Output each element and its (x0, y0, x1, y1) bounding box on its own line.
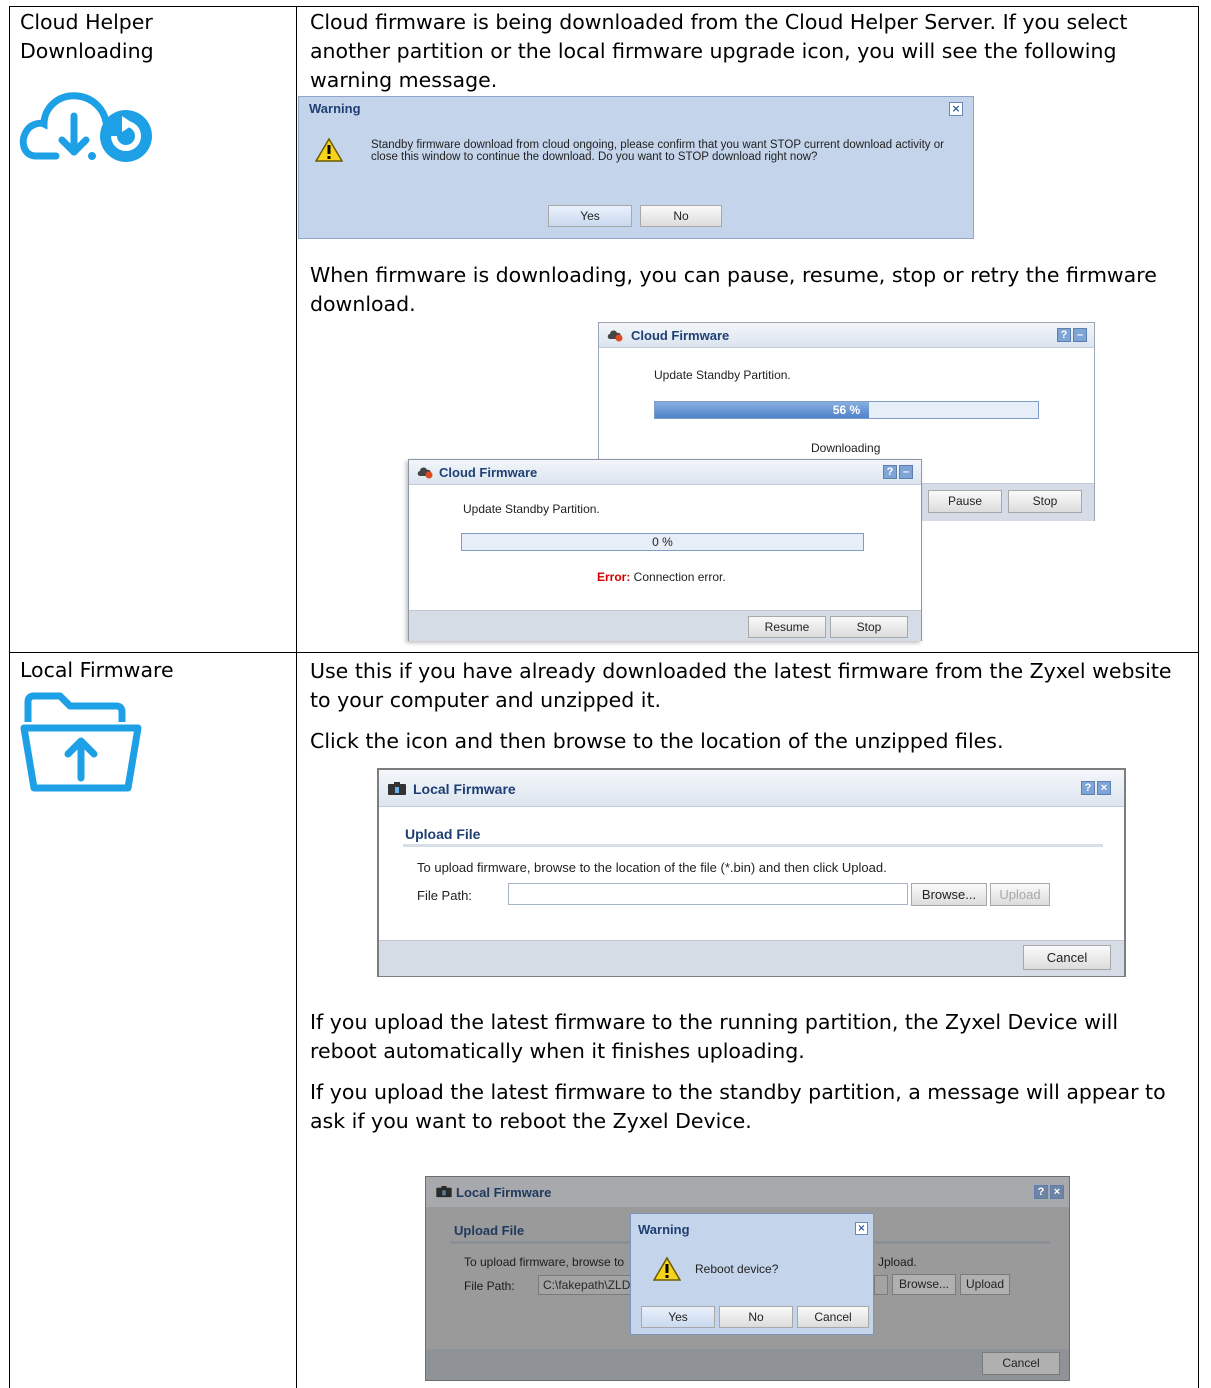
cloud-error-dialog-title: Cloud Firmware (439, 465, 538, 480)
progress-bar-track: 56 % (654, 401, 1039, 419)
dimmed-browse-button: Browse... (892, 1274, 956, 1295)
progress-bar-label: 0 % (652, 535, 673, 549)
row-label-local-firmware: Local Firmware (20, 658, 174, 682)
table-row-divider (9, 652, 1199, 653)
warning-triangle-icon (653, 1256, 681, 1281)
file-path-input[interactable] (508, 883, 908, 905)
local-dialog-title: Local Firmware (413, 781, 516, 797)
warning-no-button[interactable]: No (640, 205, 722, 227)
cloud-error-dialog-task: Update Standby Partition. (463, 502, 600, 516)
cloud-dialog-status: Downloading (811, 441, 881, 455)
warning-triangle-icon (315, 137, 343, 162)
cloud-dialog-title: Cloud Firmware (631, 328, 730, 343)
cloud-stop-warning-dialog: Warning × Standby firmware download from… (298, 96, 974, 239)
local-firmware-icon (388, 782, 406, 795)
local-firmware-icon (436, 1186, 452, 1198)
paragraph-cloud-pause-resume: When firmware is downloading, you can pa… (310, 263, 1157, 316)
help-icon[interactable]: ? (1057, 328, 1071, 342)
reboot-no-button[interactable]: No (719, 1306, 793, 1328)
stop-button[interactable]: Stop (830, 616, 908, 638)
progress-bar-track: 0 % (461, 533, 864, 551)
paragraph-local-intro: Use this if you have already downloaded … (310, 659, 1172, 712)
dimmed-input-tail (874, 1275, 888, 1295)
help-icon: ? (1034, 1185, 1048, 1199)
dimmed-file-path-value: C:\fakepath\ZLD (538, 1275, 638, 1295)
cloud-firmware-icon (417, 467, 433, 479)
reboot-screenshot: Local Firmware ? × Upload File To upload… (425, 1176, 1070, 1381)
reboot-cancel-button[interactable]: Cancel (797, 1306, 869, 1328)
upload-file-section-title: Upload File (405, 826, 481, 842)
paragraph-cloud-warning-intro: Cloud firmware is being downloaded from … (310, 10, 1128, 92)
dimmed-footer (426, 1349, 1069, 1380)
dimmed-instruction-right: Jpload. (878, 1255, 917, 1269)
error-message: Error: Connection error. (597, 570, 726, 584)
file-path-label: File Path: (417, 888, 472, 903)
section-divider (403, 844, 1103, 847)
help-icon[interactable]: ? (1081, 781, 1095, 795)
dimmed-instruction-left: To upload firmware, browse to (464, 1255, 625, 1269)
help-icon[interactable]: ? (883, 465, 897, 479)
dimmed-cancel-button: Cancel (982, 1352, 1060, 1375)
close-icon: × (1050, 1185, 1064, 1199)
resume-button[interactable]: Resume (748, 616, 826, 638)
table-border-left (9, 6, 10, 1388)
dimmed-section-title: Upload File (454, 1223, 525, 1238)
local-firmware-dialog: Local Firmware ? × Upload File To upload… (377, 768, 1126, 977)
paragraph-local-browse: Click the icon and then browse to the lo… (310, 729, 1004, 753)
close-icon[interactable]: × (1097, 781, 1111, 795)
table-border-right (1198, 6, 1199, 1388)
paragraph-running-partition: If you upload the latest firmware to the… (310, 1010, 1119, 1063)
row-label-cloud-helper: Cloud Helper Downloading (20, 10, 154, 63)
pause-button[interactable]: Pause (928, 490, 1002, 513)
paragraph-standby-partition: If you upload the latest firmware to the… (310, 1080, 1166, 1133)
reboot-warning-title: Warning (638, 1222, 690, 1237)
folder-upload-icon (20, 692, 142, 792)
cloud-download-refresh-icon (19, 92, 152, 162)
dialog-close-icon[interactable]: × (949, 102, 963, 116)
upload-instruction: To upload firmware, browse to the locati… (417, 860, 887, 875)
table-column-divider (296, 6, 297, 1388)
dimmed-upload-button: Upload (960, 1274, 1010, 1295)
cloud-dialog-task: Update Standby Partition. (654, 368, 791, 382)
reboot-warning-dialog: Warning × Reboot device? Yes No Cancel (630, 1213, 874, 1335)
reboot-warning-close-icon[interactable]: × (855, 1222, 868, 1235)
reboot-yes-button[interactable]: Yes (641, 1306, 715, 1328)
browse-button[interactable]: Browse... (911, 883, 987, 906)
error-text: Connection error. (630, 570, 726, 584)
progress-bar-label: 56 % (832, 403, 861, 417)
warning-dialog-message: Standby firmware download from cloud ong… (371, 139, 944, 163)
cloud-firmware-error-dialog: Cloud Firmware ? – Update Standby Partit… (408, 459, 922, 641)
warning-dialog-title: Warning (309, 101, 361, 116)
dimmed-file-path-label: File Path: (464, 1279, 515, 1293)
local-dialog-footer (379, 940, 1124, 976)
cloud-firmware-icon (607, 330, 623, 342)
stop-button[interactable]: Stop (1008, 490, 1082, 513)
upload-button[interactable]: Upload (990, 883, 1050, 906)
dimmed-dialog-title: Local Firmware (456, 1185, 552, 1200)
cancel-button[interactable]: Cancel (1023, 945, 1111, 970)
error-label: Error: (597, 570, 631, 584)
minimize-icon[interactable]: – (899, 465, 913, 479)
reboot-warning-message: Reboot device? (695, 1262, 779, 1276)
minimize-icon[interactable]: – (1073, 328, 1087, 342)
table-border-top (9, 6, 1199, 7)
warning-yes-button[interactable]: Yes (548, 205, 632, 227)
